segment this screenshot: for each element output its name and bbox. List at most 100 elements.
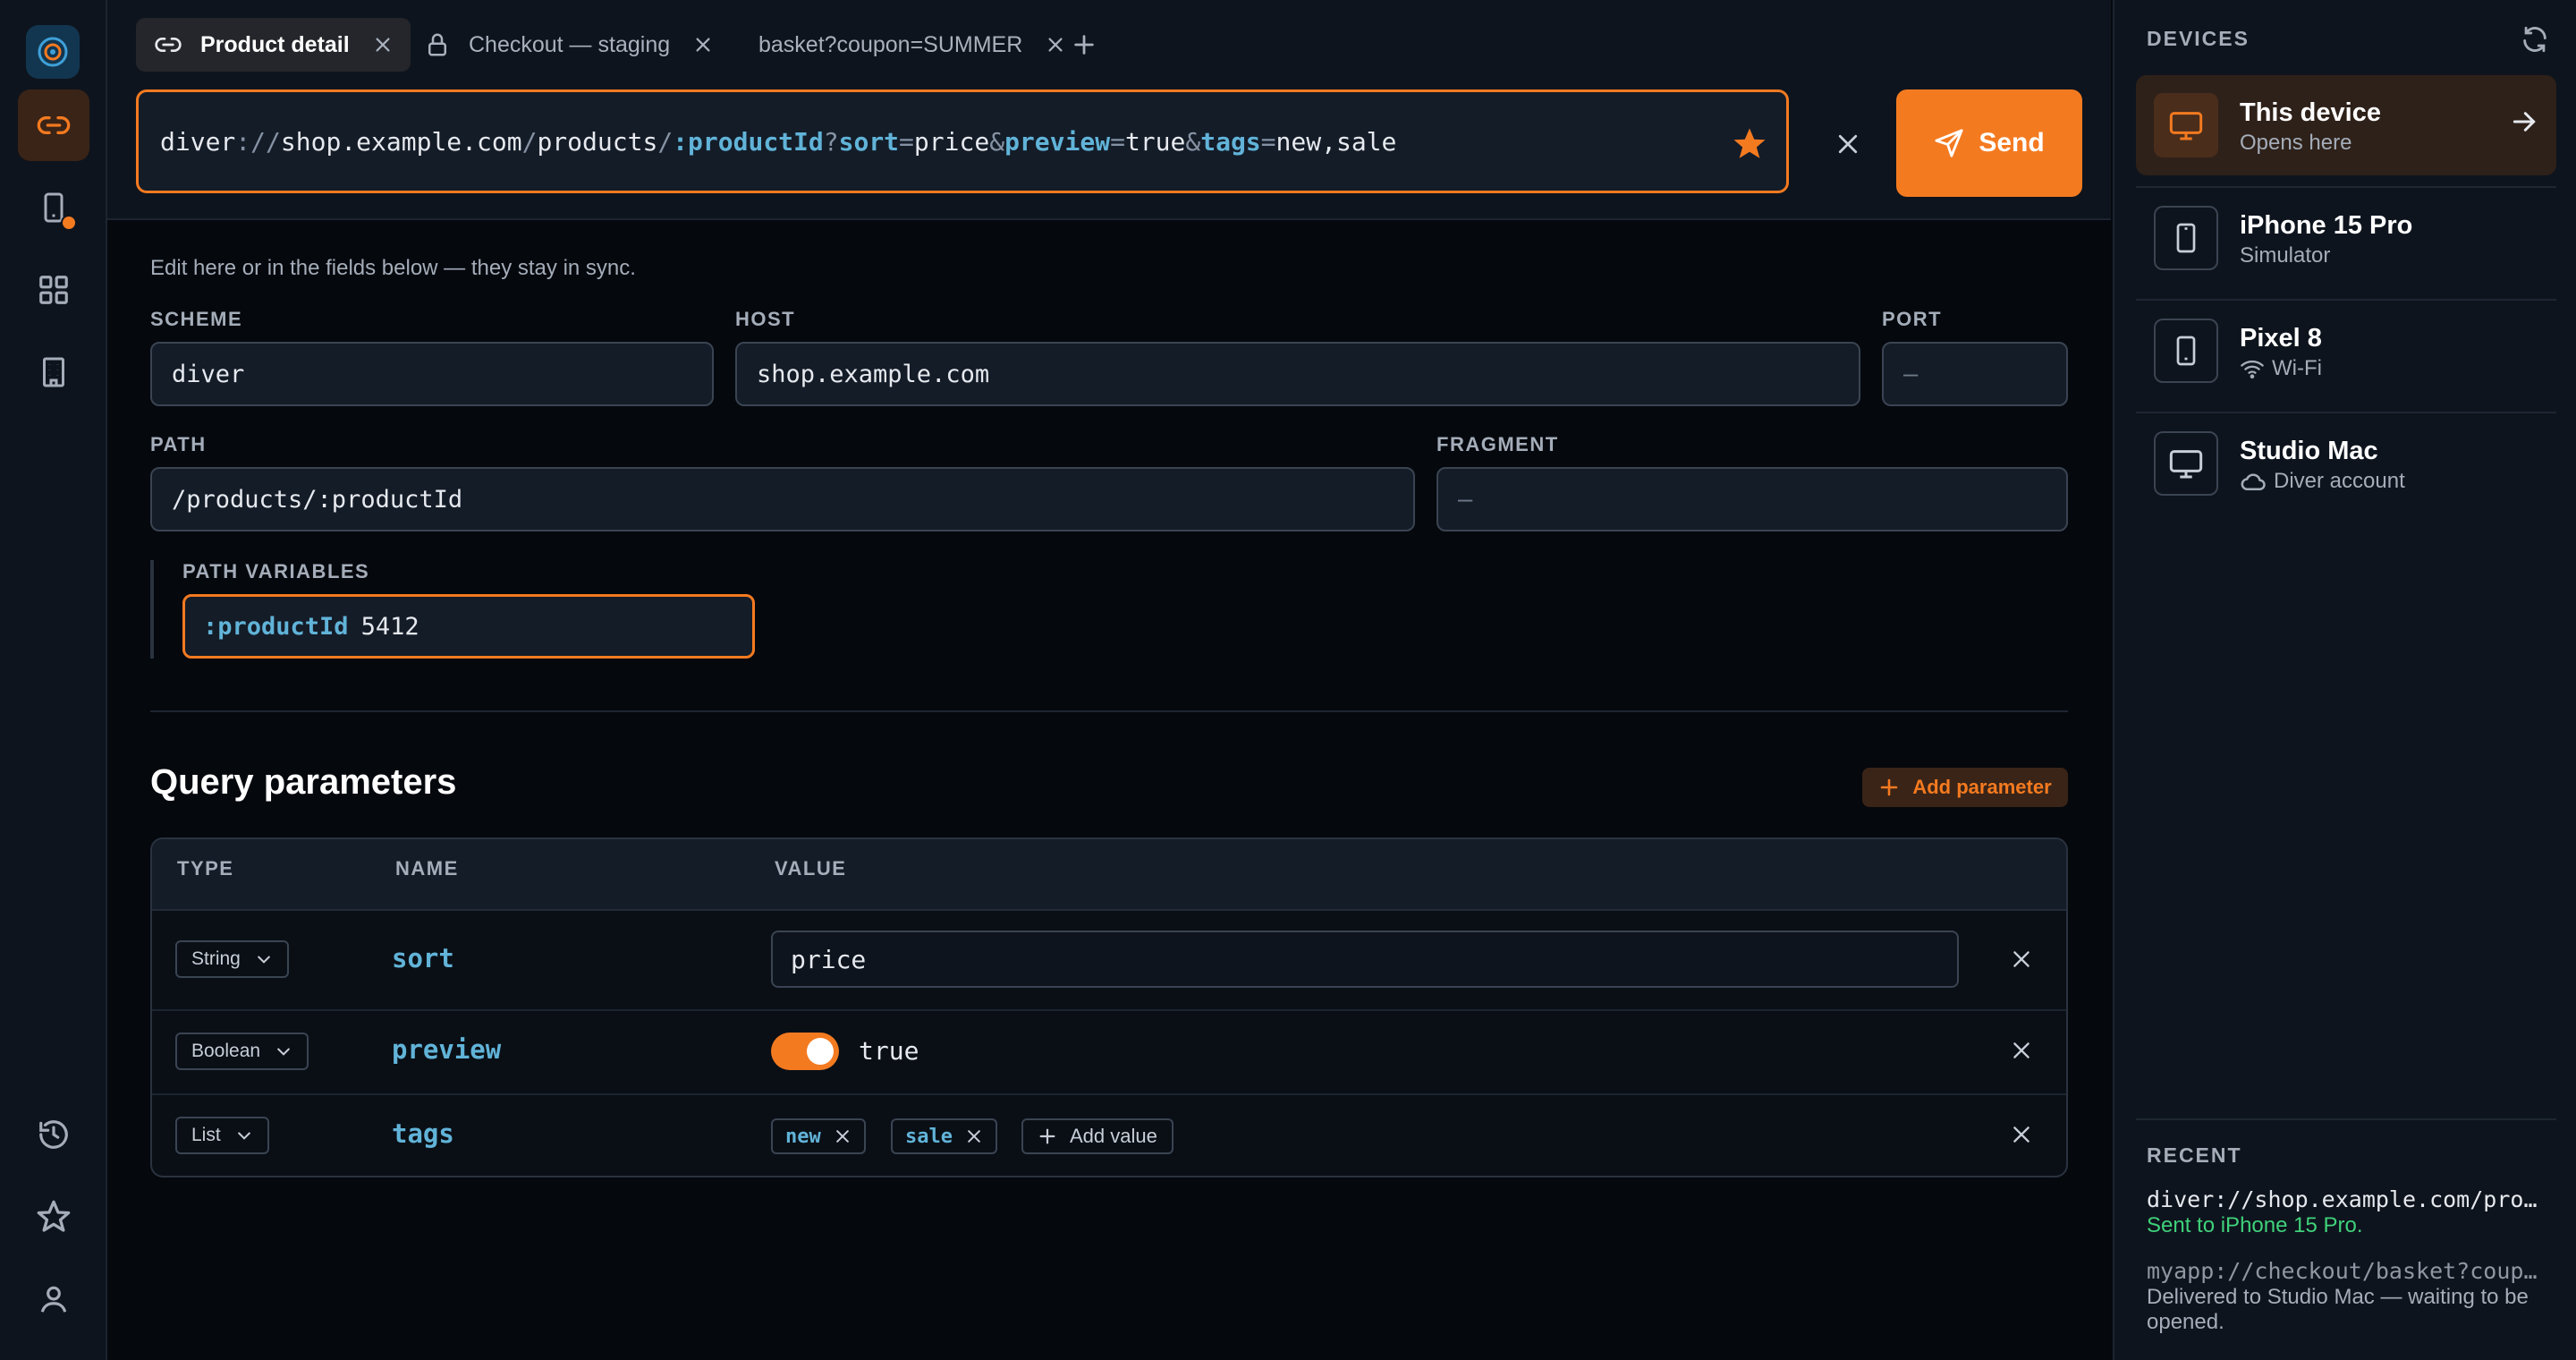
close-icon[interactable] bbox=[965, 1127, 983, 1145]
device-subtitle-text: Diver account bbox=[2274, 469, 2405, 493]
device-icon-wrap bbox=[2154, 206, 2218, 270]
clear-url-button[interactable] bbox=[1821, 123, 1875, 165]
remove-param-button[interactable] bbox=[2004, 1117, 2039, 1152]
param-name[interactable]: sort bbox=[392, 943, 454, 973]
url-query-key: tags bbox=[1200, 126, 1261, 157]
url-query-value: true bbox=[1124, 126, 1186, 157]
device-name: Studio Mac bbox=[2240, 437, 2378, 465]
close-icon[interactable] bbox=[373, 35, 393, 55]
send-button[interactable]: Send bbox=[1896, 89, 2082, 197]
add-value-button[interactable]: Add value bbox=[1021, 1118, 1174, 1154]
path-label: PATH bbox=[150, 433, 207, 455]
chevron-down-icon bbox=[277, 1048, 290, 1056]
tab-product-detail[interactable]: Product detail bbox=[136, 18, 411, 72]
table-row: String sort price bbox=[152, 909, 2066, 1011]
tab-label: Checkout — staging bbox=[469, 31, 671, 57]
remove-param-button[interactable] bbox=[2004, 1033, 2039, 1068]
device-icon-wrap bbox=[2154, 93, 2218, 157]
target-icon bbox=[38, 37, 68, 67]
rail-history-button[interactable] bbox=[18, 1099, 89, 1170]
favorite-button[interactable] bbox=[1723, 123, 1776, 165]
param-name[interactable]: tags bbox=[392, 1118, 454, 1149]
url-separator: = bbox=[1260, 126, 1276, 157]
path-variable-input[interactable]: :productId 5412 bbox=[182, 594, 755, 659]
app-logo bbox=[26, 25, 80, 79]
recent-item-status: Delivered to Studio Mac — waiting to be … bbox=[2147, 1285, 2529, 1334]
url-separator: & bbox=[989, 126, 1005, 157]
tab-basket-coupon[interactable]: basket?coupon=SUMMER bbox=[741, 18, 1083, 72]
building-icon bbox=[43, 357, 64, 387]
type-select[interactable]: List bbox=[175, 1117, 269, 1154]
device-iphone-15-pro[interactable]: iPhone 15 Pro Simulator bbox=[2136, 188, 2556, 288]
close-icon bbox=[1838, 134, 1858, 154]
device-name: This device bbox=[2240, 98, 2381, 127]
host-label: HOST bbox=[735, 308, 796, 330]
rail-account-button[interactable] bbox=[18, 1263, 89, 1335]
path-variable-name: :productId bbox=[203, 612, 349, 641]
device-studio-mac[interactable]: Studio Mac Diver account bbox=[2136, 413, 2556, 514]
url-input[interactable]: diver://shop.example.com / products /:produ… bbox=[136, 89, 1789, 193]
link-icon bbox=[37, 116, 71, 134]
table-row: Boolean preview true bbox=[152, 1009, 2066, 1095]
rail-favorites-button[interactable] bbox=[18, 1181, 89, 1253]
plus-icon bbox=[1039, 1128, 1055, 1144]
add-parameter-button[interactable]: Add parameter bbox=[1862, 768, 2068, 807]
rail-apps-button[interactable] bbox=[18, 254, 89, 326]
url-path-variable: :productId bbox=[673, 126, 824, 157]
close-icon[interactable] bbox=[834, 1127, 852, 1145]
fragment-input[interactable]: – bbox=[1436, 467, 2068, 531]
port-input[interactable]: – bbox=[1882, 342, 2068, 406]
list-value-chip[interactable]: sale bbox=[891, 1118, 997, 1154]
plus-icon bbox=[1074, 35, 1094, 55]
rail-devices-button[interactable] bbox=[18, 172, 89, 243]
add-parameter-label: Add parameter bbox=[1912, 776, 2052, 798]
device-this-device[interactable]: This device Opens here bbox=[2136, 75, 2556, 175]
scheme-label: SCHEME bbox=[150, 308, 243, 330]
close-icon[interactable] bbox=[1046, 35, 1065, 55]
star-icon bbox=[1733, 128, 1766, 158]
url-query-value: price bbox=[913, 126, 990, 157]
path-input[interactable]: /products/:productId bbox=[150, 467, 1415, 531]
monitor-icon bbox=[2169, 450, 2203, 479]
url-host: shop.example.com bbox=[280, 126, 522, 157]
url-separator: / bbox=[521, 126, 538, 157]
wifi-icon bbox=[2241, 360, 2264, 379]
device-subtitle-text: Simulator bbox=[2240, 243, 2331, 268]
fragment-label: FRAGMENT bbox=[1436, 433, 1559, 455]
tab-checkout-staging[interactable]: Checkout — staging bbox=[406, 18, 731, 72]
list-value-chip[interactable]: new bbox=[771, 1118, 866, 1154]
url-scheme: diver bbox=[160, 126, 236, 157]
refresh-devices-button[interactable] bbox=[2517, 21, 2553, 57]
sync-hint: Edit here or in the fields below — they … bbox=[150, 256, 636, 280]
param-value-input[interactable]: price bbox=[771, 931, 1959, 988]
url-path: products bbox=[537, 126, 658, 157]
path-variable-value: 5412 bbox=[360, 612, 419, 641]
remove-param-button[interactable] bbox=[2004, 941, 2039, 977]
type-select-value: String bbox=[191, 948, 241, 969]
recent-item-status: Sent to iPhone 15 Pro. bbox=[2147, 1213, 2363, 1237]
recent-item-url[interactable]: myapp://checkout/basket?coupon=SUMMER bbox=[2147, 1258, 2540, 1284]
type-select[interactable]: Boolean bbox=[175, 1033, 309, 1070]
param-name[interactable]: preview bbox=[392, 1034, 501, 1065]
type-select[interactable]: String bbox=[175, 940, 289, 978]
query-parameters-title: Query parameters bbox=[150, 762, 457, 802]
device-subtitle-text: Opens here bbox=[2240, 131, 2352, 155]
recent-item-url[interactable]: diver://shop.example.com/products/5412?s… bbox=[2147, 1186, 2540, 1212]
url-query-value: new,sale bbox=[1275, 126, 1397, 157]
close-icon bbox=[2013, 1126, 2029, 1143]
url-separator: / bbox=[657, 126, 674, 157]
host-input[interactable]: shop.example.com bbox=[735, 342, 1860, 406]
add-value-label: Add value bbox=[1070, 1125, 1157, 1147]
url-separator: & bbox=[1185, 126, 1201, 157]
scheme-input[interactable]: diver bbox=[150, 342, 714, 406]
device-subtitle: Simulator bbox=[2240, 243, 2330, 268]
device-pixel-8[interactable]: Pixel 8 Wi-Fi bbox=[2136, 301, 2556, 401]
boolean-toggle[interactable] bbox=[771, 1033, 839, 1070]
url-separator: ? bbox=[823, 126, 839, 157]
chevron-down-icon bbox=[258, 956, 270, 964]
rail-workspace-button[interactable] bbox=[18, 336, 89, 408]
url-separator: = bbox=[899, 126, 914, 157]
rail-links-button[interactable] bbox=[18, 89, 89, 161]
new-tab-button[interactable] bbox=[1066, 27, 1102, 63]
close-icon[interactable] bbox=[693, 35, 713, 55]
